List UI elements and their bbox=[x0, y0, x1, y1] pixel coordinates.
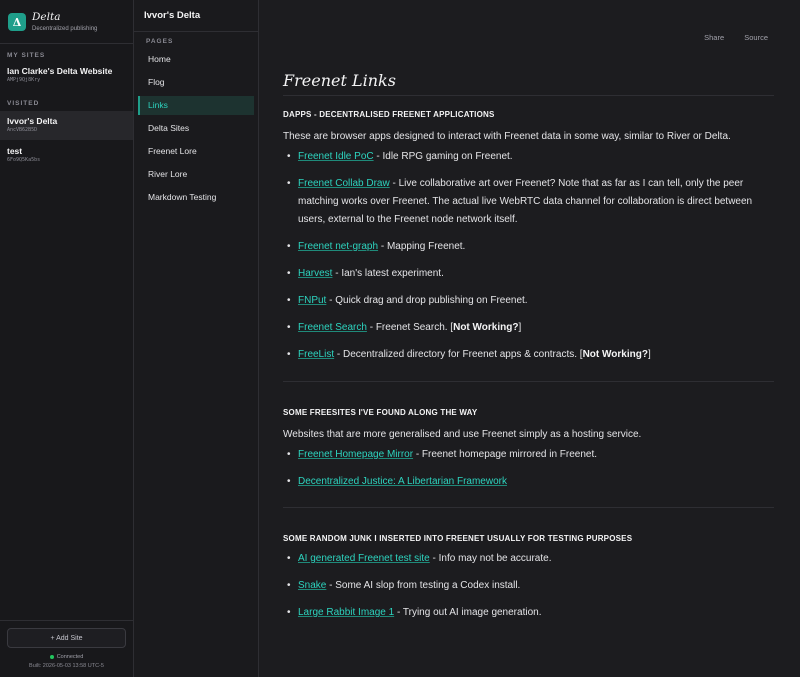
topbar: Share Source bbox=[686, 33, 768, 42]
item-link[interactable]: Large Rabbit Image 1 bbox=[298, 607, 394, 618]
pages-panel: Ivvor's Delta PAGES Home Flog Links Delta S… bbox=[134, 0, 259, 677]
status-note: Not Working? bbox=[453, 322, 519, 333]
section-intro: These are browser apps designed to inter… bbox=[283, 131, 731, 142]
list-item: Freenet Homepage Mirror - Freenet homepa… bbox=[283, 446, 774, 464]
page-nav-item[interactable]: Markdown Testing bbox=[138, 188, 254, 207]
my-sites-label: MY SITES bbox=[7, 52, 46, 59]
section-heading: DAPPS - DECENTRALISED FREENET APPLICATIO… bbox=[283, 110, 495, 119]
item-link[interactable]: Freenet net-graph bbox=[298, 241, 378, 252]
page-nav-item[interactable]: River Lore bbox=[138, 165, 254, 184]
item-description: - Ian's latest experiment. bbox=[332, 268, 444, 279]
item-link[interactable]: AI generated Freenet test site bbox=[298, 553, 430, 564]
list-item: Freenet Idle PoC - Idle RPG gaming on Fr… bbox=[283, 148, 774, 166]
item-link[interactable]: Freenet Search bbox=[298, 322, 367, 333]
page-nav-item[interactable]: Freenet Lore bbox=[138, 142, 254, 161]
item-link[interactable]: FreeList bbox=[298, 349, 334, 360]
item-description: - Trying out AI image generation. bbox=[394, 607, 542, 618]
sites-sidebar: Δ Delta Decentralized publishing MY SITE… bbox=[0, 0, 134, 677]
list-item: Freenet Search - Freenet Search. [Not Wo… bbox=[283, 319, 774, 337]
page-nav-item[interactable]: Delta Sites bbox=[138, 119, 254, 138]
site-item-ivvors-delta[interactable]: Ivvor's Delta AncVB62B5D bbox=[0, 111, 133, 140]
divider bbox=[283, 381, 774, 382]
testing-list: AI generated Freenet test site - Info ma… bbox=[283, 550, 774, 622]
site-key: AMPj9Qj8Kry bbox=[7, 77, 41, 83]
sidebar-footer: + Add Site Connected Built: 2026-05-03 1… bbox=[0, 620, 133, 677]
list-item: Freenet Collab Draw - Live collaborative… bbox=[283, 175, 774, 229]
section-intro: Websites that are more generalised and u… bbox=[283, 429, 642, 440]
section-heading: SOME RANDOM JUNK I INSERTED INTO FREENET… bbox=[283, 534, 633, 543]
item-description: - Quick drag and drop publishing on Free… bbox=[326, 295, 528, 306]
list-item: FreeList - Decentralized directory for F… bbox=[283, 346, 774, 364]
item-link[interactable]: Decentralized Justice: A Libertarian Fra… bbox=[298, 476, 507, 487]
add-site-button[interactable]: + Add Site bbox=[7, 628, 126, 648]
page-nav-item[interactable]: Home bbox=[138, 50, 254, 69]
share-button[interactable]: Share bbox=[704, 33, 724, 42]
site-item-test[interactable]: test 6Fo9Q5Ka5bs bbox=[0, 140, 133, 168]
item-link[interactable]: Freenet Idle PoC bbox=[298, 151, 374, 162]
list-item: Decentralized Justice: A Libertarian Fra… bbox=[283, 473, 774, 491]
article: Freenet Links DAPPS - DECENTRALISED FREE… bbox=[283, 71, 774, 622]
item-link[interactable]: Freenet Homepage Mirror bbox=[298, 449, 413, 460]
brand-name: Delta bbox=[32, 11, 61, 23]
pages-label: PAGES bbox=[146, 38, 174, 45]
divider bbox=[283, 507, 774, 508]
build-info: Built: 2026-05-03 13:58 UTC-5 bbox=[29, 663, 104, 669]
connection-status: Connected bbox=[0, 654, 133, 660]
dapps-list: Freenet Idle PoC - Idle RPG gaming on Fr… bbox=[283, 148, 774, 364]
page-list: Home Flog Links Delta Sites Freenet Lore Rive… bbox=[134, 50, 258, 207]
list-item: Large Rabbit Image 1 - Trying out AI ima… bbox=[283, 604, 774, 622]
item-description: - Freenet homepage mirrored in Freenet. bbox=[413, 449, 598, 460]
item-link[interactable]: FNPut bbox=[298, 295, 326, 306]
site-name: test bbox=[7, 146, 23, 156]
item-description: - Info may not be accurate. bbox=[429, 553, 552, 564]
site-key: 6Fo9Q5Ka5bs bbox=[7, 157, 41, 163]
status-dot-icon bbox=[49, 654, 54, 659]
item-link[interactable]: Harvest bbox=[298, 268, 332, 279]
page-nav-item[interactable]: Flog bbox=[138, 73, 254, 92]
status-note: Not Working? bbox=[582, 349, 648, 360]
list-item: FNPut - Quick drag and drop publishing o… bbox=[283, 292, 774, 310]
item-description: - Some AI slop from testing a Codex inst… bbox=[326, 580, 521, 591]
freesites-list: Freenet Homepage Mirror - Freenet homepa… bbox=[283, 446, 774, 491]
list-item: Snake - Some AI slop from testing a Code… bbox=[283, 577, 774, 595]
brand[interactable]: Δ Delta Decentralized publishing bbox=[0, 0, 133, 44]
site-name: Ian Clarke's Delta Website bbox=[7, 66, 113, 76]
list-item: Freenet net-graph - Mapping Freenet. bbox=[283, 238, 774, 256]
item-suffix: ] bbox=[647, 349, 651, 360]
list-item: Harvest - Ian's latest experiment. bbox=[283, 265, 774, 283]
section-heading: SOME FREESITES I'VE FOUND ALONG THE WAY bbox=[283, 408, 478, 417]
item-link[interactable]: Snake bbox=[298, 580, 326, 591]
item-description: - Decentralized directory for Freenet ap… bbox=[334, 349, 583, 360]
page-nav-item[interactable]: Links bbox=[138, 96, 254, 115]
visited-label: VISITED bbox=[7, 100, 40, 107]
site-title: Ivvor's Delta bbox=[134, 0, 258, 32]
site-item-ian-clarke[interactable]: Ian Clarke's Delta Website AMPj9Qj8Kry bbox=[0, 62, 133, 88]
source-button[interactable]: Source bbox=[744, 33, 768, 42]
status-text: Connected bbox=[56, 654, 84, 660]
list-item: AI generated Freenet test site - Info ma… bbox=[283, 550, 774, 568]
item-description: - Freenet Search. [ bbox=[366, 322, 454, 333]
item-link[interactable]: Freenet Collab Draw bbox=[298, 178, 390, 189]
brand-subtitle: Decentralized publishing bbox=[32, 26, 98, 32]
main-content: Share Source Freenet Links DAPPS - DECEN… bbox=[259, 0, 800, 677]
page-title: Freenet Links bbox=[283, 71, 774, 96]
site-key: AncVB62B5D bbox=[7, 127, 38, 133]
delta-logo-icon: Δ bbox=[8, 13, 26, 31]
site-name: Ivvor's Delta bbox=[7, 116, 58, 126]
item-description: - Idle RPG gaming on Freenet. bbox=[373, 151, 513, 162]
item-description: - Mapping Freenet. bbox=[378, 241, 466, 252]
item-suffix: ] bbox=[518, 322, 522, 333]
